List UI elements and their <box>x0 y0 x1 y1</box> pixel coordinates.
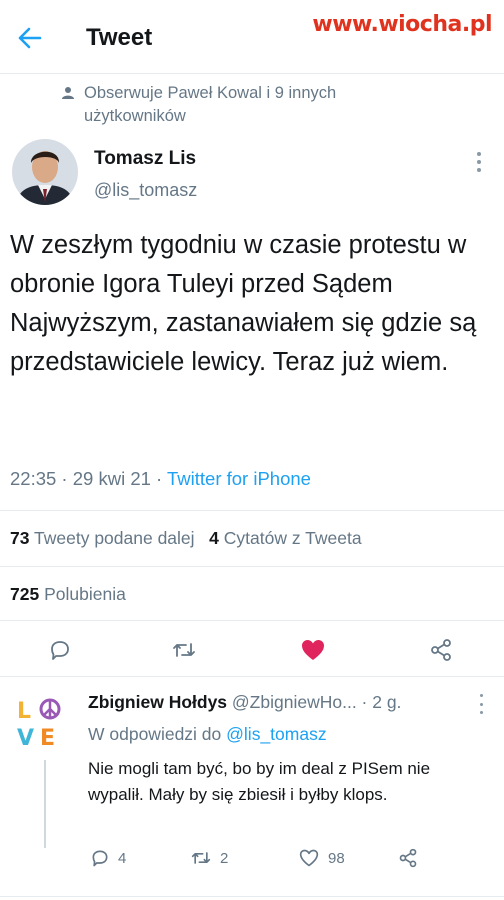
share-icon <box>399 848 417 868</box>
reply-actions: 4 2 98 <box>88 848 488 872</box>
tweet-source[interactable]: Twitter for iPhone <box>167 468 311 489</box>
watermark: www.wiocha.pl <box>312 12 492 37</box>
reply-retweet-count: 2 <box>220 849 229 867</box>
reply-reply-button[interactable]: 4 <box>90 848 126 868</box>
tweet-meta: 22:35 · 29 kwi 21 · Twitter for iPhone <box>10 468 311 490</box>
retweets-stat[interactable]: 73 Tweety podane dalej <box>10 528 195 548</box>
quotes-label: Cytatów z Tweeta <box>223 528 362 548</box>
svg-text:V: V <box>17 726 34 750</box>
divider <box>0 620 504 621</box>
likes-label: Polubienia <box>44 584 126 604</box>
tweet-text: W zeszłym tygodniu w czasie protestu w o… <box>10 231 477 376</box>
retweet-icon[interactable] <box>170 636 198 664</box>
retweets-label: Tweety podane dalej <box>34 528 195 548</box>
reply-icon <box>92 850 108 867</box>
back-arrow-icon[interactable] <box>14 22 46 54</box>
divider <box>0 510 504 511</box>
reply-like-button[interactable]: 98 <box>298 848 345 868</box>
tweet-timestamp[interactable]: 22:35 · 29 kwi 21 · <box>10 468 167 489</box>
reply-like-count: 98 <box>328 849 345 867</box>
reply-to-label: W odpowiedzi do <box>88 724 222 744</box>
more-options-icon[interactable] <box>472 150 486 174</box>
heart-filled-icon[interactable] <box>299 636 327 664</box>
stats-row: 73 Tweety podane dalej 4 Cytatów z Tweet… <box>10 528 362 549</box>
reply-to: W odpowiedzi do @lis_tomasz <box>88 724 327 745</box>
reply-avatar[interactable]: L V E <box>14 694 70 751</box>
likes-count: 725 <box>10 584 40 604</box>
reply-more-options-icon[interactable] <box>476 694 486 714</box>
top-bar: Tweet www.wiocha.pl <box>0 0 504 74</box>
share-icon[interactable] <box>427 636 455 664</box>
thread-line <box>44 760 46 848</box>
divider <box>0 896 504 897</box>
heart-outline-icon <box>299 849 319 867</box>
tweet-actions <box>0 630 504 670</box>
svg-text:E: E <box>40 726 55 750</box>
retweet-icon <box>191 852 211 864</box>
social-context: Obserwuje Paweł Kowal i 9 innych użytkow… <box>62 82 392 128</box>
reply-retweet-button[interactable]: 2 <box>190 848 228 868</box>
reply-to-mention[interactable]: @lis_tomasz <box>226 724 326 744</box>
reply-author-name[interactable]: Zbigniew Hołdys <box>88 692 227 712</box>
likes-row: 725 Polubienia <box>10 584 126 605</box>
divider <box>0 676 504 677</box>
likes-stat[interactable]: 725 Polubienia <box>10 584 126 604</box>
reply-share-button[interactable] <box>398 848 418 868</box>
person-icon <box>62 87 74 99</box>
reply-text: Nie mogli tam być, bo by im deal z PISem… <box>88 759 431 804</box>
svg-text:L: L <box>17 699 31 724</box>
quotes-count: 4 <box>209 528 219 548</box>
reply-author-handle[interactable]: @ZbigniewHo... · 2 g. <box>232 692 402 712</box>
quotes-stat[interactable]: 4 Cytatów z Tweeta <box>209 528 361 548</box>
author-handle[interactable]: @lis_tomasz <box>94 180 197 201</box>
avatar[interactable] <box>12 139 78 205</box>
reply-reply-count: 4 <box>118 849 127 867</box>
social-context-text: Obserwuje Paweł Kowal i 9 innych użytkow… <box>84 84 337 125</box>
divider <box>0 566 504 567</box>
retweets-count: 73 <box>10 528 30 548</box>
author-name[interactable]: Tomasz Lis <box>94 148 196 170</box>
reply-icon[interactable] <box>46 636 74 664</box>
reply-header: Zbigniew Hołdys @ZbigniewHo... · 2 g. <box>88 692 488 713</box>
page-title: Tweet <box>86 24 153 51</box>
